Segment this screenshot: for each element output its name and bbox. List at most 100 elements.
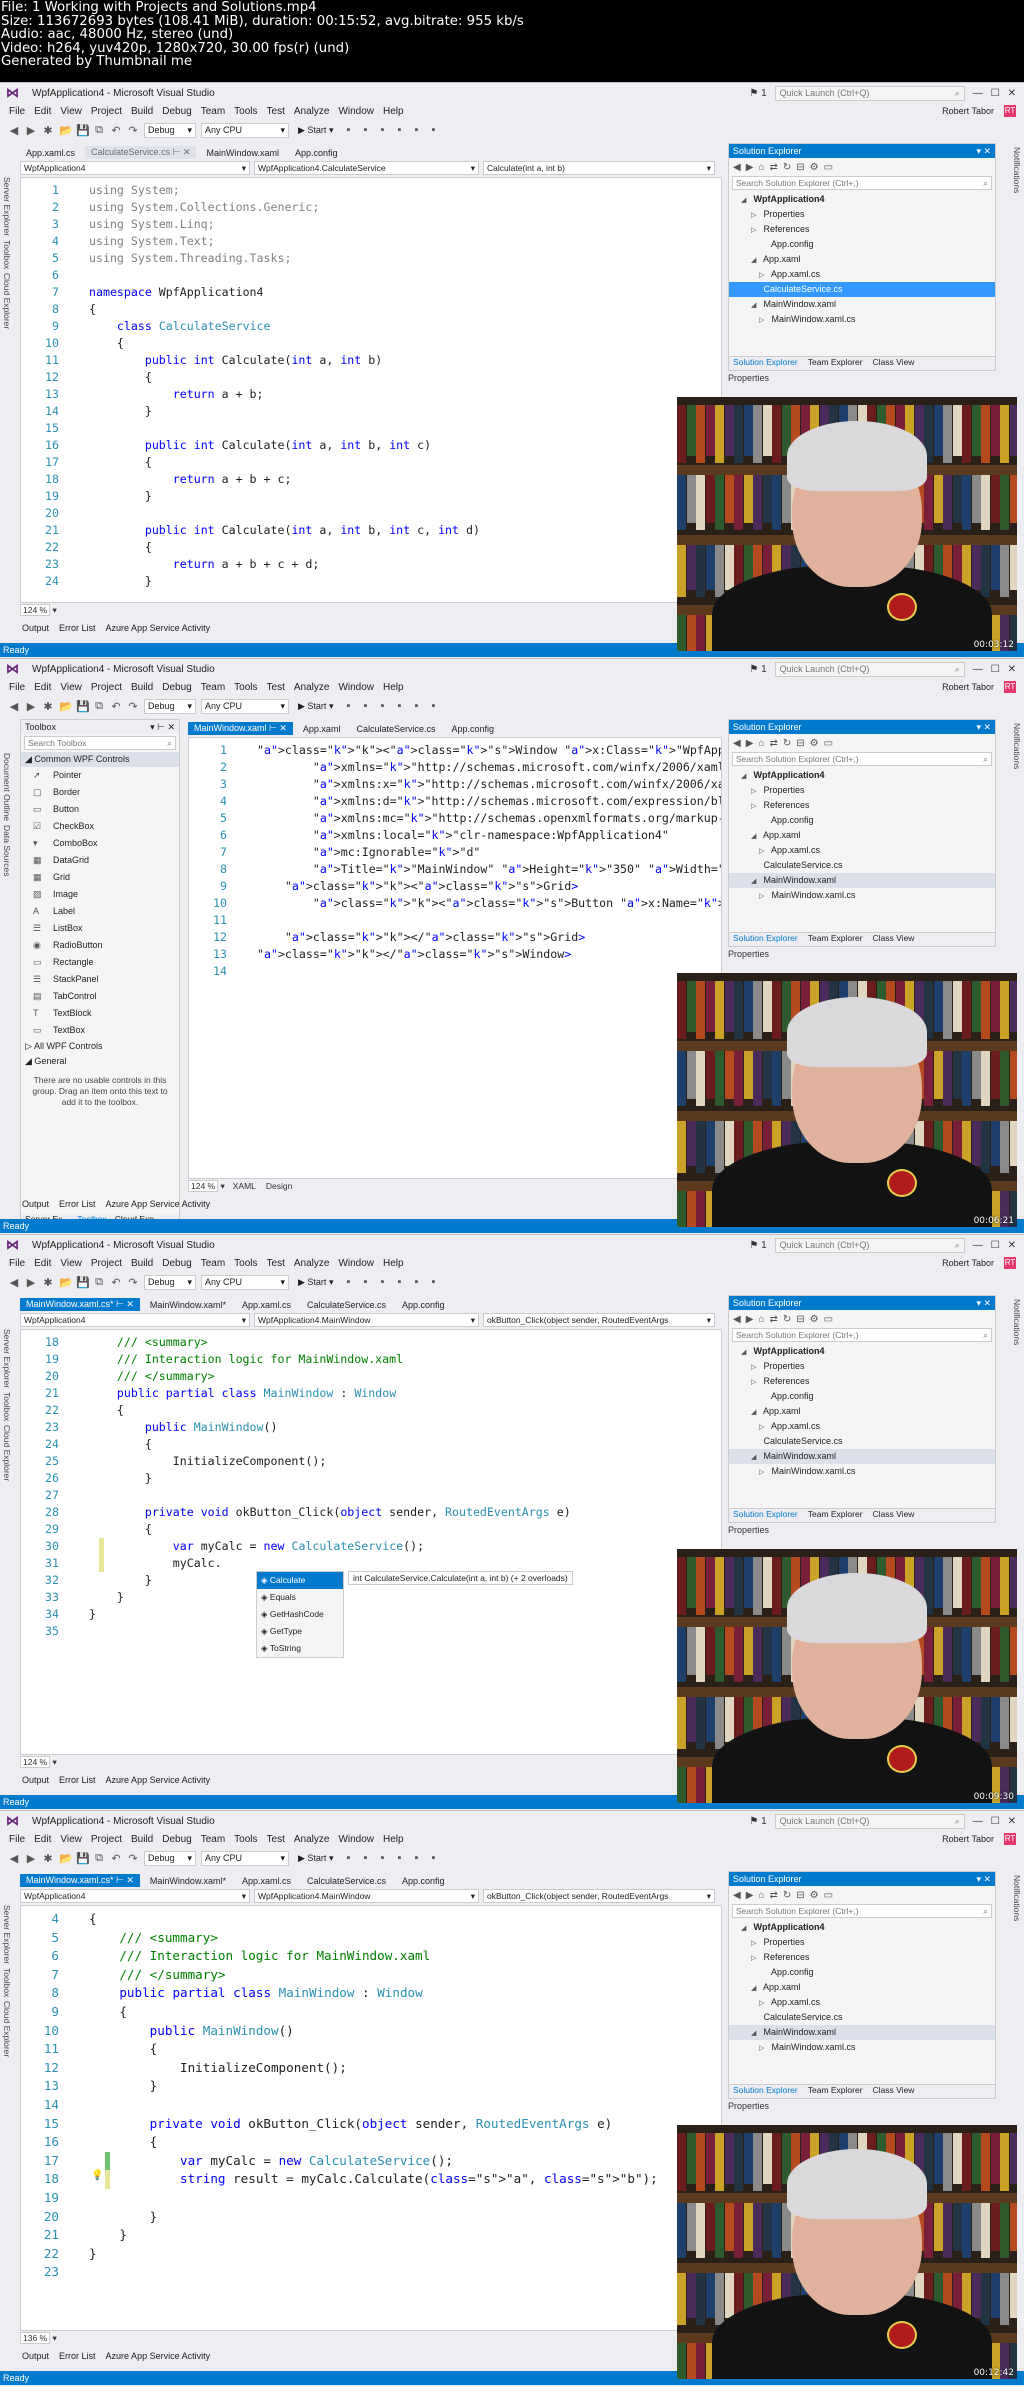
undo-icon[interactable]: ↶ bbox=[110, 1276, 122, 1289]
back-icon[interactable]: ◀ bbox=[8, 124, 20, 137]
code-line[interactable]: 11 { bbox=[21, 2040, 157, 2059]
notification-flag-icon[interactable]: ⚑ 1 bbox=[749, 1240, 766, 1251]
toolbox-item[interactable]: ▦ Grid bbox=[21, 869, 179, 886]
code-line[interactable]: 21 public int Calculate(int a, int b, in… bbox=[21, 522, 480, 539]
toolbox-item[interactable]: ☰ ListBox bbox=[21, 920, 179, 937]
navigation-dropdown[interactable]: okButton_Click(object sender, RoutedEven… bbox=[483, 1889, 715, 1903]
intellisense-list[interactable]: ◈ Calculate ◈ Equals ◈ GetHashCode ◈ GetTyp… bbox=[256, 1571, 344, 1658]
browser-link-icon[interactable]: ▪ bbox=[359, 124, 371, 136]
code-text[interactable]: public MainWindow() bbox=[89, 1420, 278, 1434]
toolbox-group[interactable]: ◢ General bbox=[21, 1054, 179, 1069]
close-button[interactable]: ✕ bbox=[1008, 1816, 1016, 1827]
navigation-dropdown[interactable]: okButton_Click(object sender, RoutedEven… bbox=[483, 1313, 715, 1327]
code-text[interactable]: } bbox=[89, 1471, 152, 1485]
code-line[interactable]: 18 string result = myCalc.Calculate(clas… bbox=[21, 2170, 658, 2189]
code-line[interactable]: 14 bbox=[21, 2096, 89, 2115]
code-text[interactable]: "a">xmlns="k">"http://schemas.microsoft.… bbox=[257, 760, 721, 774]
tree-node[interactable]: ◢ WpfApplication4 bbox=[729, 1344, 995, 1359]
save-all-icon[interactable]: ⧉ bbox=[93, 124, 105, 137]
forward-icon[interactable]: ▶ bbox=[25, 700, 37, 713]
code-line[interactable]: 13 "a">class="k">"k"></"a">class="k">"s">… bbox=[189, 946, 571, 963]
design-tab-design[interactable]: Design bbox=[266, 1181, 292, 1191]
code-line[interactable]: 25 InitializeComponent(); bbox=[21, 1453, 326, 1470]
code-text[interactable]: /// </summary> bbox=[89, 1369, 215, 1383]
code-line[interactable]: 21 public partial class MainWindow : Win… bbox=[21, 1385, 396, 1402]
menu-item-build[interactable]: Build bbox=[131, 1258, 153, 1269]
tree-node[interactable]: ◢ WpfApplication4 bbox=[729, 768, 995, 783]
attach-icon[interactable]: ▪ bbox=[342, 1852, 354, 1864]
tree-node[interactable]: CalculateService.cs bbox=[729, 282, 995, 297]
code-line[interactable]: 4{ bbox=[21, 1910, 96, 1929]
code-line[interactable]: 6 bbox=[21, 267, 89, 284]
code-line[interactable]: 5 /// <summary> bbox=[21, 1929, 218, 1948]
tree-node[interactable]: ▷ References bbox=[729, 798, 995, 813]
menu-item-file[interactable]: File bbox=[9, 106, 25, 117]
menu-item-analyze[interactable]: Analyze bbox=[294, 106, 330, 117]
code-line[interactable]: 9 { bbox=[21, 2003, 127, 2022]
code-text[interactable]: public partial class MainWindow : Window bbox=[89, 1985, 422, 2000]
code-line[interactable]: 27 bbox=[21, 1487, 89, 1504]
bottom-tool-tab[interactable]: Azure App Service Activity bbox=[106, 1775, 211, 1785]
close-tab-icon[interactable]: ⊢ ✕ bbox=[114, 1299, 134, 1309]
sync-icon[interactable]: ⇄ bbox=[769, 1314, 777, 1325]
bookmark-icon[interactable]: ▪ bbox=[376, 1276, 388, 1288]
code-line[interactable]: 19 bbox=[21, 2189, 89, 2208]
tree-node[interactable]: ▷ App.xaml.cs bbox=[729, 1419, 995, 1434]
menu-item-project[interactable]: Project bbox=[91, 106, 122, 117]
menu-item-team[interactable]: Team bbox=[201, 106, 225, 117]
code-editor[interactable]: 4{5 /// <summary> 6 /// Interaction logic… bbox=[20, 1905, 722, 2331]
open-icon[interactable]: 📂 bbox=[59, 1276, 73, 1289]
code-line[interactable]: 17 var myCalc = new CalculateService(); bbox=[21, 2152, 453, 2171]
code-line[interactable]: 34} bbox=[21, 1606, 96, 1623]
expand-arrow-icon[interactable]: ◢ bbox=[751, 2026, 761, 2041]
menu-item-window[interactable]: Window bbox=[338, 1834, 374, 1845]
home-icon[interactable]: ⌂ bbox=[758, 738, 764, 749]
tree-node[interactable]: ◢ App.xaml bbox=[729, 1404, 995, 1419]
toolbox-item[interactable]: A Label bbox=[21, 903, 179, 920]
tree-node[interactable]: ▷ MainWindow.xaml.cs bbox=[729, 888, 995, 903]
forward-icon[interactable]: ▶ bbox=[746, 1890, 754, 1901]
document-tab[interactable]: App.xaml.cs bbox=[236, 1875, 297, 1887]
menu-item-view[interactable]: View bbox=[60, 1834, 82, 1845]
navigation-dropdown[interactable]: Calculate(int a, int b) ▾ bbox=[483, 161, 715, 175]
attach-icon[interactable]: ▪ bbox=[342, 700, 354, 712]
save-icon[interactable]: 💾 bbox=[76, 1852, 90, 1865]
tree-node[interactable]: ◢ App.xaml bbox=[729, 1980, 995, 1995]
expand-arrow-icon[interactable]: ▷ bbox=[751, 223, 761, 238]
expand-arrow-icon[interactable]: ▷ bbox=[759, 268, 769, 283]
user-name[interactable]: Robert Tabor bbox=[942, 1258, 994, 1268]
configuration-dropdown[interactable]: Debug ▾ bbox=[144, 1274, 196, 1290]
code-line[interactable]: 8 public partial class MainWindow : Wind… bbox=[21, 1984, 422, 2003]
code-text[interactable]: var myCalc = new CalculateService(); bbox=[89, 2153, 453, 2168]
bottom-tool-tab[interactable]: Error List bbox=[59, 2351, 96, 2361]
menu-item-window[interactable]: Window bbox=[338, 106, 374, 117]
code-text[interactable]: { bbox=[89, 302, 96, 316]
left-strip-tab[interactable]: Server Explorer bbox=[2, 177, 12, 236]
user-name[interactable]: Robert Tabor bbox=[942, 1834, 994, 1844]
collapse-icon[interactable]: ⊟ bbox=[796, 162, 804, 173]
code-line[interactable]: 14 } bbox=[21, 403, 152, 420]
code-line[interactable]: 24 { bbox=[21, 1436, 152, 1453]
left-strip-tab[interactable]: Server Explorer bbox=[2, 1905, 12, 1964]
code-text[interactable]: "a">class="k">"k"><"a">class="k">"s">Gri… bbox=[257, 879, 578, 893]
code-text[interactable]: public int Calculate(int a, int b, int c… bbox=[89, 438, 431, 452]
code-text[interactable]: "a">class="k">"k"></"a">class="k">"s">Wi… bbox=[257, 947, 571, 961]
expand-arrow-icon[interactable]: ▷ bbox=[759, 1465, 769, 1480]
left-strip-tab[interactable]: Server Explorer bbox=[2, 1329, 12, 1388]
refresh-icon[interactable]: ↻ bbox=[783, 162, 791, 173]
code-line[interactable]: 22} bbox=[21, 2245, 97, 2264]
expand-arrow-icon[interactable]: ◢ bbox=[741, 769, 751, 784]
tree-node[interactable]: ▷ Properties bbox=[729, 783, 995, 798]
code-line[interactable]: 8{ bbox=[21, 301, 96, 318]
zoom-level[interactable]: 124 % bbox=[20, 604, 51, 616]
code-text[interactable]: namespace WpfApplication4 bbox=[89, 285, 264, 299]
open-icon[interactable]: 📂 bbox=[59, 124, 73, 137]
document-tab[interactable]: App.config bbox=[445, 723, 500, 735]
menu-item-tools[interactable]: Tools bbox=[234, 106, 257, 117]
toolbox-item[interactable]: ☰ StackPanel bbox=[21, 971, 179, 988]
menu-item-project[interactable]: Project bbox=[91, 1834, 122, 1845]
code-line[interactable]: 3 "a">xmlns:x="k">"http://schemas.micros… bbox=[189, 776, 721, 793]
expand-arrow-icon[interactable]: ▷ bbox=[751, 208, 761, 223]
tree-node[interactable]: CalculateService.cs bbox=[729, 858, 995, 873]
code-line[interactable]: 12 InitializeComponent(); bbox=[21, 2059, 347, 2078]
